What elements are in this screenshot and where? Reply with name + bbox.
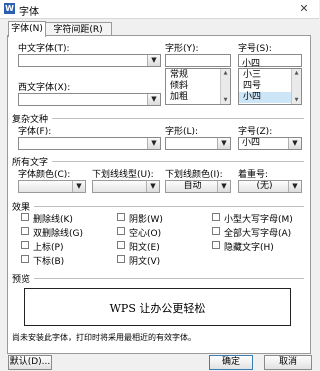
subscript-checkbox[interactable]: [21, 255, 29, 263]
cancel-button[interactable]: 取消: [264, 355, 312, 370]
strikethrough-label: 删除线(K): [33, 215, 73, 225]
section-divider: [34, 206, 304, 207]
complex-style-combo[interactable]: ▼: [165, 137, 231, 150]
superscript-checkbox[interactable]: [21, 241, 29, 249]
chevron-down-icon[interactable]: ▼: [288, 138, 301, 149]
chevron-down-icon[interactable]: ▼: [146, 181, 159, 192]
emboss-checkbox[interactable]: [117, 241, 125, 249]
scrollbar[interactable]: ▲ ▼: [220, 69, 230, 104]
shadow-label: 阴影(W): [129, 215, 163, 225]
all-caps-checkbox[interactable]: [212, 227, 220, 235]
superscript-label: 上标(P): [33, 243, 64, 253]
all-caps-label: 全部大写字母(A): [224, 229, 292, 239]
default-button[interactable]: 默认(D)...: [8, 355, 52, 370]
complex-font-combo[interactable]: ▼: [18, 137, 161, 150]
small-caps-checkbox[interactable]: [212, 213, 220, 221]
scrollbar[interactable]: ▲ ▼: [291, 69, 301, 104]
western-font-label: 西文字体(X):: [18, 83, 71, 93]
outline-label: 空心(O): [129, 229, 162, 239]
font-color-dropdown[interactable]: ▼: [18, 180, 86, 193]
underline-color-value: 自动: [183, 181, 202, 191]
section-divider: [34, 278, 304, 279]
emphasis-mark-dropdown[interactable]: (无) ▼: [238, 180, 302, 193]
font-not-installed-note: 尚未安装此字体，打印时将采用最相近的有效字体。: [12, 333, 196, 342]
hidden-text-label: 隐藏文字(H): [224, 243, 274, 253]
western-font-combo[interactable]: ▼: [18, 93, 161, 106]
complex-size-label: 字号(Z):: [238, 127, 273, 137]
emphasis-mark-label: 着重号:: [238, 170, 269, 180]
strikethrough-checkbox[interactable]: [21, 213, 29, 221]
double-strikethrough-checkbox[interactable]: [21, 227, 29, 235]
chevron-down-icon[interactable]: ▼: [217, 181, 230, 192]
double-strikethrough-label: 双删除线(G): [33, 229, 83, 239]
font-style-list[interactable]: 常规 倾斜 加粗 ▲ ▼: [165, 68, 231, 105]
font-size-label: 字号(S):: [238, 44, 272, 54]
scroll-up-icon[interactable]: ▲: [221, 69, 230, 77]
complex-size-combo[interactable]: 小四 ▼: [238, 137, 302, 150]
chinese-font-label: 中文字体(T):: [18, 44, 70, 54]
chevron-down-icon[interactable]: ▼: [147, 138, 160, 149]
ok-button[interactable]: 确定: [209, 355, 253, 370]
close-button[interactable]: ✕: [292, 1, 316, 16]
title-bar: [0, 0, 319, 19]
chinese-font-combo[interactable]: ▼: [18, 54, 161, 67]
underline-style-label: 下划线线型(U):: [92, 170, 154, 180]
small-caps-label: 小型大写字母(M): [224, 215, 293, 225]
preview-text: WPS 让办公更轻松: [109, 302, 206, 315]
chevron-down-icon[interactable]: ▼: [147, 55, 160, 66]
tab-font[interactable]: 字体(N): [8, 21, 46, 37]
preview-section-title: 预览: [12, 275, 31, 285]
shadow-checkbox[interactable]: [117, 213, 125, 221]
font-color-label: 字体颜色(C):: [18, 170, 71, 180]
app-icon: W: [4, 3, 15, 14]
chevron-down-icon[interactable]: ▼: [288, 181, 301, 192]
scroll-down-icon[interactable]: ▼: [292, 96, 301, 104]
chevron-down-icon[interactable]: ▼: [72, 181, 85, 192]
scroll-down-icon[interactable]: ▼: [221, 96, 230, 104]
engrave-checkbox[interactable]: [117, 255, 125, 263]
font-style-label: 字形(Y):: [165, 44, 199, 54]
engrave-label: 阴文(V): [129, 257, 161, 267]
window-title: 字体: [19, 7, 39, 18]
underline-style-dropdown[interactable]: ▼: [92, 180, 160, 193]
underline-color-dropdown[interactable]: 自动 ▼: [165, 180, 231, 193]
preview-box: WPS 让办公更轻松: [24, 288, 291, 326]
outline-checkbox[interactable]: [117, 227, 125, 235]
scroll-up-icon[interactable]: ▲: [292, 69, 301, 77]
section-divider: [52, 161, 304, 162]
section-divider: [52, 118, 304, 119]
hidden-text-checkbox[interactable]: [212, 241, 220, 249]
font-size-list[interactable]: 小三 四号 小四 ▲ ▼: [238, 68, 302, 105]
emboss-label: 阳文(E): [129, 243, 160, 253]
subscript-label: 下标(B): [33, 257, 65, 267]
font-size-input[interactable]: 小四: [238, 54, 302, 69]
complex-style-label: 字形(L):: [165, 127, 199, 137]
chevron-down-icon[interactable]: ▼: [217, 138, 230, 149]
effects-section-title: 效果: [12, 203, 31, 213]
font-style-input[interactable]: [165, 54, 231, 67]
underline-color-label: 下划线颜色(I):: [165, 170, 223, 180]
complex-size-value: 小四: [242, 138, 261, 148]
chevron-down-icon[interactable]: ▼: [147, 94, 160, 105]
emphasis-mark-value: (无): [256, 181, 273, 191]
complex-font-label: 字体(F):: [18, 127, 52, 137]
